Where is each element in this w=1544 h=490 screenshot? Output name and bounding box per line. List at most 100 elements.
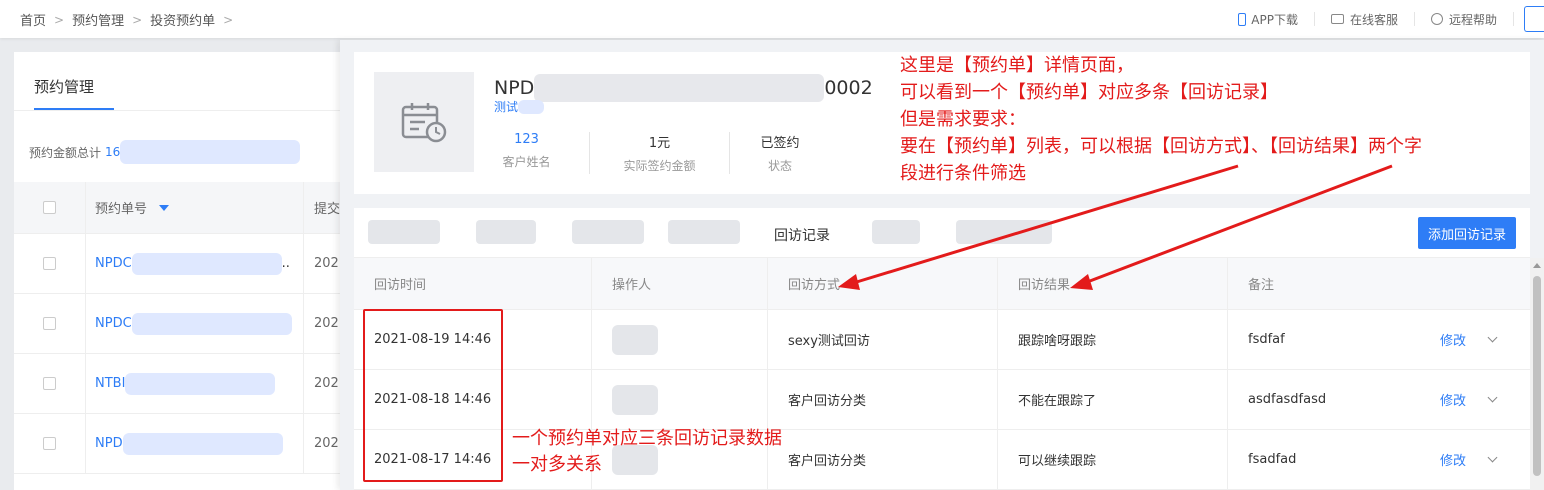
row-select-cell — [14, 234, 86, 293]
col-remark: 备注 — [1248, 278, 1275, 293]
scrollbar-thumb[interactable] — [1533, 276, 1541, 476]
table-row[interactable]: NTBI 202 — [14, 354, 344, 414]
reservation-table: 预约单号 提交 NPDC .. 202 NPDC 202 NTBI 202 NP… — [14, 182, 344, 474]
table-header: 回访时间 操作人 回访方式 回访结果 备注 — [354, 258, 1530, 310]
order-no-cell: NTBI — [86, 354, 304, 413]
row-select-cell — [14, 294, 86, 353]
online-service-link[interactable]: 在线客服 — [1315, 12, 1415, 27]
redacted-block — [612, 324, 658, 355]
remote-help-label: 远程帮助 — [1448, 12, 1497, 27]
tab-redacted[interactable] — [368, 220, 440, 244]
chevron-down-icon[interactable] — [1487, 332, 1498, 343]
row-checkbox[interactable] — [43, 437, 56, 450]
chevron-right-icon: > — [132, 12, 143, 27]
edit-link[interactable]: 修改 — [1440, 330, 1466, 349]
remote-help-link[interactable]: 远程帮助 — [1415, 12, 1514, 27]
stat-status: 已签约 状态 — [730, 132, 830, 174]
visit-method-cell: sexy测试回访 — [768, 310, 998, 369]
stat-label: 实际签约金额 — [623, 159, 696, 173]
order-no-cell: NPDC — [86, 294, 304, 353]
operator-cell — [592, 370, 768, 429]
stat-value: 已签约 — [760, 136, 800, 151]
chevron-down-icon[interactable] — [1487, 452, 1498, 463]
annotation-bottom-note: 一个预约单对应三条回访记录数据 一对多关系 — [512, 426, 782, 478]
tab-redacted[interactable] — [476, 220, 536, 244]
col-submit: 提交 — [314, 202, 341, 217]
tab-redacted[interactable] — [956, 220, 1052, 244]
stat-value[interactable]: 123 — [494, 132, 559, 147]
select-all-checkbox[interactable] — [43, 201, 56, 214]
sort-desc-icon[interactable] — [159, 204, 170, 211]
stat-label: 状态 — [767, 159, 792, 173]
app-download-link[interactable]: APP下载 — [1222, 12, 1315, 27]
total-value: 16 — [105, 145, 121, 159]
order-title-prefix: NPD — [494, 77, 535, 99]
order-no-link[interactable]: NPDC — [95, 256, 132, 271]
stat-label: 客户姓名 — [502, 155, 551, 169]
remark-cell: fsdfaf 修改 — [1228, 310, 1516, 369]
table-row[interactable]: NPDC .. 202 — [14, 234, 344, 294]
order-no-link[interactable]: NPDC — [95, 316, 132, 331]
order-title: NPD 0002 — [494, 74, 873, 102]
top-actions: APP下载 在线客服 远程帮助 — [1222, 0, 1544, 38]
scrollbar[interactable] — [1530, 258, 1544, 490]
edit-link[interactable]: 修改 — [1440, 450, 1466, 469]
stat-signed-amount: 1元 实际签约金额 — [590, 132, 730, 174]
summary-stats: 123 客户姓名 1元 实际签约金额 已签约 状态 — [494, 132, 830, 174]
panel-title[interactable]: 预约管理 — [34, 76, 94, 97]
note-line: 这里是【预约单】详情页面， — [900, 55, 1134, 76]
scroll-up-icon[interactable] — [1533, 263, 1541, 268]
visit-result-cell: 可以继续跟踪 — [998, 430, 1228, 489]
total-label: 预约金额总计 — [29, 145, 102, 160]
row-checkbox[interactable] — [43, 377, 56, 390]
col-visit-time: 回访时间 — [354, 258, 592, 309]
annotation-top-note: 这里是【预约单】详情页面， 可以看到一个【预约单】对应多条【回访记录】 但是需求… — [900, 52, 1540, 187]
col-order-no[interactable]: 预约单号 — [86, 182, 304, 233]
remark-cell: fsadfad 修改 — [1228, 430, 1516, 489]
select-all-cell — [14, 182, 86, 233]
row-select-cell — [14, 354, 86, 413]
redacted-block — [518, 99, 545, 114]
chevron-down-icon[interactable] — [1487, 392, 1498, 403]
headset-icon — [1430, 13, 1443, 25]
tab-redacted[interactable] — [572, 220, 644, 244]
redacted-block — [125, 372, 276, 395]
chevron-right-icon: > — [223, 12, 234, 27]
submit-cell: 202 — [314, 436, 339, 451]
col-order-no-label: 预约单号 — [95, 202, 148, 217]
divider — [14, 110, 344, 111]
top-bar: 首页 > 预约管理 > 投资预约单 > APP下载 在线客服 远程帮助 — [0, 0, 1544, 38]
user-menu-button[interactable] — [1524, 6, 1544, 32]
col-operator: 操作人 — [592, 258, 768, 309]
redacted-block — [612, 384, 658, 415]
order-no-link[interactable]: NPD — [95, 436, 123, 451]
redacted-block — [534, 74, 825, 102]
edit-link[interactable]: 修改 — [1440, 390, 1466, 409]
tab-redacted[interactable] — [872, 220, 920, 244]
app-download-label: APP下载 — [1251, 12, 1298, 27]
stat-value: 1元 — [648, 136, 671, 151]
phone-icon — [1238, 12, 1247, 26]
breadcrumb: 首页 > 预约管理 > 投资预约单 > — [20, 10, 241, 30]
breadcrumb-reservation[interactable]: 预约管理 — [72, 10, 124, 29]
row-checkbox[interactable] — [43, 317, 56, 330]
tab-visit-records[interactable]: 回访记录 — [774, 225, 830, 245]
note-line: 一对多关系 — [512, 454, 602, 475]
table-row[interactable]: NPDC 202 — [14, 294, 344, 354]
add-visit-record-button[interactable]: 添加回访记录 — [1418, 217, 1516, 249]
tab-redacted[interactable] — [668, 220, 740, 244]
reservation-list-panel: 预约管理 预约金额总计 16 预约单号 提交 NPDC .. 202 NPDC … — [14, 52, 344, 490]
note-line: 一个预约单对应三条回访记录数据 — [512, 428, 782, 449]
table-row[interactable]: NPD 202 — [14, 414, 344, 474]
row-checkbox[interactable] — [43, 257, 56, 270]
submit-cell: 202 — [314, 376, 339, 391]
note-line: 可以看到一个【预约单】对应多条【回访记录】 — [900, 82, 1278, 103]
order-title-suffix: 0002 — [824, 77, 873, 99]
order-no-link[interactable]: NTBI — [95, 376, 125, 391]
remark-text: fsadfad — [1248, 452, 1297, 467]
annotation-highlight-box — [363, 309, 503, 482]
calendar-icon — [401, 103, 447, 143]
remark-text: asdfasdfasd — [1248, 392, 1327, 407]
visit-result-cell: 跟踪啥呀跟踪 — [998, 310, 1228, 369]
breadcrumb-home[interactable]: 首页 — [20, 10, 46, 29]
